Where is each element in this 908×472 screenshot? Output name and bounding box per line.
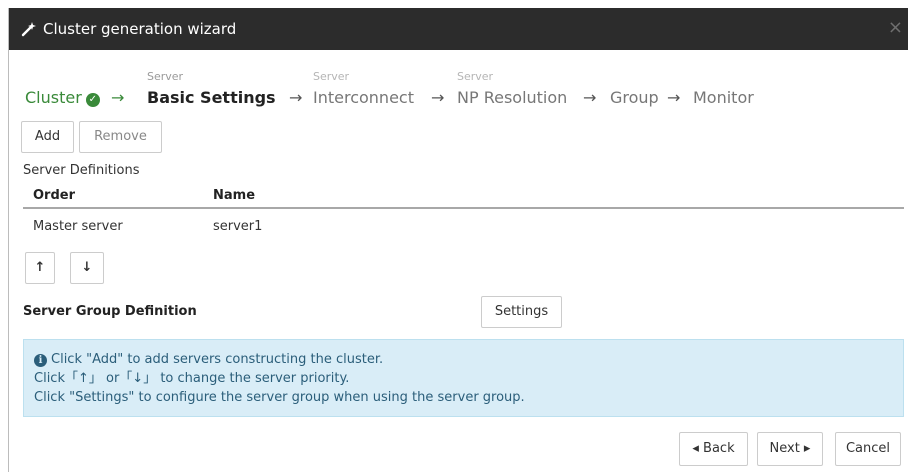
server-definitions-heading: Server Definitions bbox=[23, 163, 140, 178]
step-label: Group bbox=[610, 88, 659, 107]
move-down-button[interactable]: ↓ bbox=[70, 252, 104, 284]
step-arrow-icon: → bbox=[431, 88, 445, 107]
column-header-name: Name bbox=[213, 188, 256, 203]
step-arrow-icon: → bbox=[289, 88, 303, 107]
info-icon: i bbox=[34, 354, 47, 367]
cell-order: Master server bbox=[33, 219, 123, 234]
next-button[interactable]: Next ▸ bbox=[757, 432, 823, 466]
info-panel: i Click "Add" to add servers constructing… bbox=[23, 339, 904, 417]
server-table-header: Order Name bbox=[23, 188, 904, 209]
cell-name: server1 bbox=[213, 219, 263, 234]
step-arrow-icon: → bbox=[583, 88, 597, 107]
step-arrow-icon: → bbox=[111, 88, 125, 107]
step-label: Interconnect bbox=[313, 88, 414, 107]
window-title: Cluster generation wizard bbox=[43, 20, 237, 38]
step-arrow-icon: → bbox=[667, 88, 681, 107]
step-label: NP Resolution bbox=[457, 88, 568, 107]
back-button[interactable]: ◂ Back bbox=[679, 432, 748, 466]
close-icon[interactable]: × bbox=[888, 18, 903, 38]
add-server-button[interactable]: Add bbox=[21, 121, 74, 153]
info-line-2: Click「↑」 or「↓」 to change the server prio… bbox=[34, 371, 350, 386]
step-sub-label: Server bbox=[457, 70, 494, 83]
title-bar: Cluster generation wizard × bbox=[9, 8, 908, 50]
wizard-dialog: Cluster generation wizard × Cluster ✓ → S… bbox=[8, 8, 908, 472]
step-label: Monitor bbox=[693, 88, 754, 107]
server-group-definition-label: Server Group Definition bbox=[23, 304, 197, 319]
step-sub-label: Server bbox=[313, 70, 350, 83]
arrow-up-icon: ↑ bbox=[34, 260, 46, 275]
arrow-down-icon: ↓ bbox=[81, 260, 93, 275]
server-group-settings-button[interactable]: Settings bbox=[481, 296, 562, 328]
info-line-1: Click "Add" to add servers constructing … bbox=[51, 352, 384, 367]
step-label: Basic Settings bbox=[147, 88, 276, 107]
magic-wand-icon bbox=[21, 21, 37, 37]
column-header-order: Order bbox=[33, 188, 75, 203]
wizard-steps: Cluster ✓ → Server Basic Settings → Serve… bbox=[25, 70, 895, 114]
step-sub-label: Server bbox=[147, 70, 184, 83]
check-circle-icon: ✓ bbox=[85, 93, 100, 107]
table-row[interactable]: Master server server1 bbox=[23, 211, 904, 243]
move-up-button[interactable]: ↑ bbox=[25, 252, 55, 284]
remove-server-button[interactable]: Remove bbox=[79, 121, 162, 153]
step-label: Cluster bbox=[25, 88, 82, 107]
cancel-button[interactable]: Cancel bbox=[835, 432, 901, 466]
info-line-3: Click "Settings" to configure the server… bbox=[34, 390, 525, 405]
